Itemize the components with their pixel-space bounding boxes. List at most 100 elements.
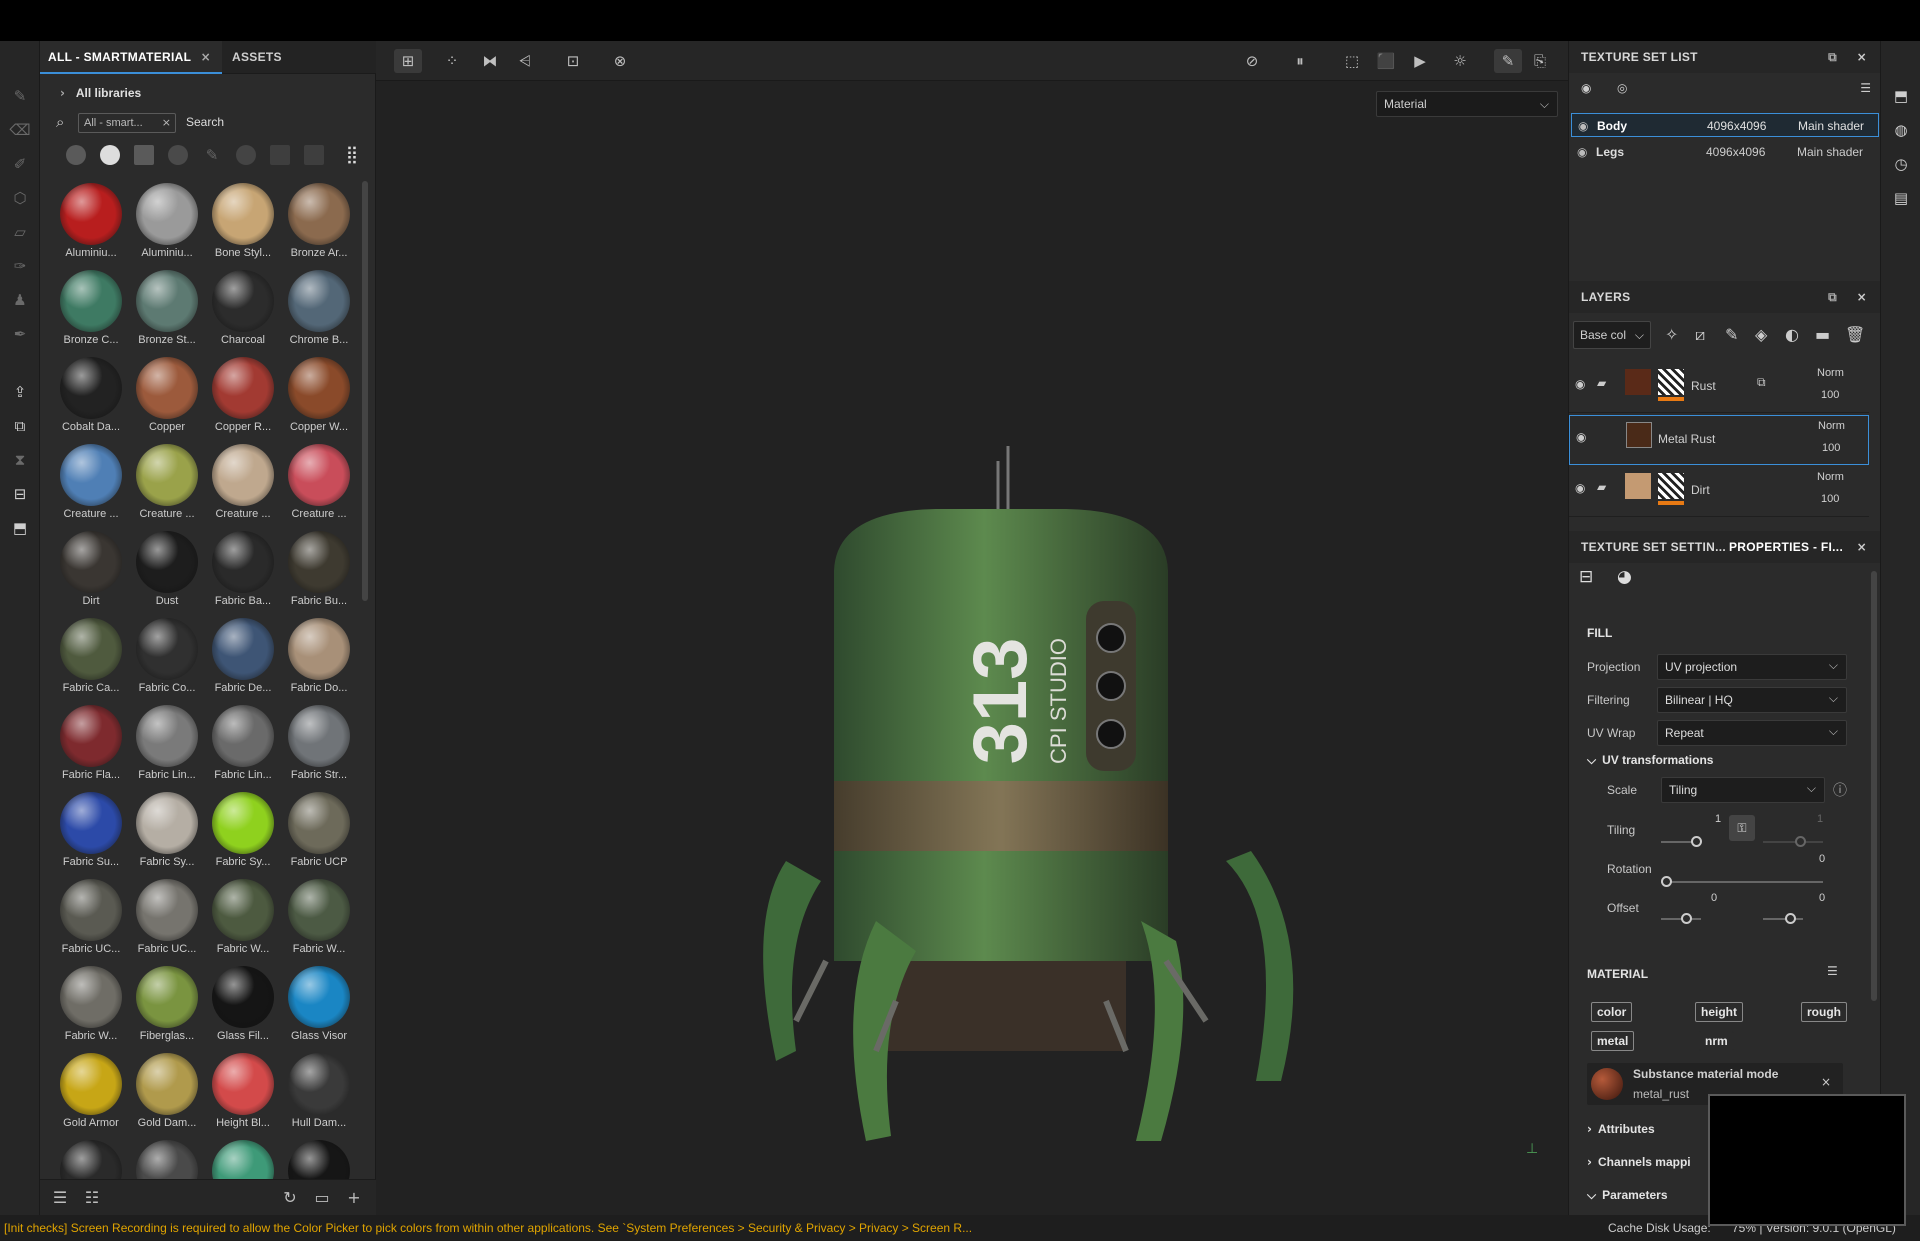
- close-icon[interactable]: ×: [1857, 41, 1867, 73]
- texture-set-row[interactable]: ◉ Legs 4096x4096 Main shader: [1571, 140, 1879, 164]
- tiling-value-a[interactable]: 1: [1715, 813, 1721, 825]
- smudge-icon[interactable]: ✑: [8, 255, 32, 277]
- material-tile[interactable]: Creature ...: [202, 444, 278, 530]
- scale-select[interactable]: Tiling: [1661, 776, 1825, 803]
- material-tile[interactable]: Fabric Lin...: [202, 705, 278, 791]
- paint-brush-icon[interactable]: ✎: [8, 85, 32, 107]
- layer-row[interactable]: ◉ Metal Rust Norm 100: [1569, 415, 1869, 465]
- tab-properties-fill[interactable]: PROPERTIES - FI...: [1729, 531, 1843, 563]
- material-tile[interactable]: Height Bl...: [202, 1053, 278, 1139]
- viewport-channel-select[interactable]: Material ⌵: [1376, 91, 1558, 117]
- detail-view-icon[interactable]: ☷: [82, 1188, 102, 1208]
- channels-mapping-toggle[interactable]: › Channels mappi: [1587, 1155, 1691, 1169]
- mirror-y-icon[interactable]: ⩤: [511, 49, 539, 73]
- material-tile[interactable]: Creature ...: [278, 444, 354, 530]
- offset-value-b[interactable]: 0: [1819, 892, 1825, 904]
- blend-mode[interactable]: Norm: [1817, 367, 1844, 379]
- blend-mode[interactable]: Norm: [1817, 471, 1844, 483]
- material-tile[interactable]: Glass Visor: [278, 966, 354, 1052]
- new-folder-icon[interactable]: ▭: [312, 1188, 332, 1208]
- mirror-x-icon[interactable]: ⧓: [476, 49, 504, 73]
- smart-mask-filter-icon[interactable]: [168, 145, 188, 165]
- texture-set-row[interactable]: ◉ Body 4096x4096 Main shader: [1571, 113, 1879, 137]
- channel-metal-button[interactable]: metal: [1591, 1031, 1635, 1051]
- offset-slider-b[interactable]: [1763, 918, 1803, 920]
- polygon-fill-icon[interactable]: ▱: [8, 221, 32, 243]
- geometry-icon[interactable]: ⬡: [8, 187, 32, 209]
- material-tile[interactable]: Fabric Sy...: [126, 792, 202, 878]
- close-icon[interactable]: ×: [1821, 1075, 1831, 1089]
- material-tile[interactable]: Dust: [126, 531, 202, 617]
- material-tile[interactable]: Fabric UCP: [278, 792, 354, 878]
- uv-transformations-toggle[interactable]: ⌵ UV transformations: [1587, 753, 1713, 768]
- material-tile[interactable]: Bone Styl...: [202, 183, 278, 269]
- close-icon[interactable]: ×: [1857, 281, 1867, 313]
- cube-icon[interactable]: ⬛: [1372, 49, 1400, 73]
- menu-icon[interactable]: ☰: [1860, 81, 1871, 95]
- material-tile[interactable]: Copper: [126, 357, 202, 443]
- hourglass-icon[interactable]: ⧗: [8, 449, 32, 471]
- material-tile[interactable]: Cobalt Da...: [50, 357, 126, 443]
- add-icon[interactable]: +: [344, 1188, 364, 1208]
- undock-icon[interactable]: ⧉: [1828, 281, 1837, 313]
- brush-filter-icon[interactable]: ✎: [202, 145, 222, 165]
- channel-height-button[interactable]: height: [1695, 1002, 1743, 1022]
- tab-texture-set-settings[interactable]: TEXTURE SET SETTIN...: [1581, 531, 1726, 563]
- material-tile[interactable]: Creature ...: [126, 444, 202, 530]
- delete-icon[interactable]: 🗑: [1845, 325, 1865, 344]
- search-icon[interactable]: ⌕: [56, 113, 64, 131]
- channel-rough-button[interactable]: rough: [1801, 1002, 1847, 1022]
- projection-icon[interactable]: ✐: [8, 153, 32, 175]
- camera-video-icon[interactable]: ▶: [1406, 49, 1434, 73]
- undock-icon[interactable]: ⧉: [1828, 41, 1837, 73]
- material-tile[interactable]: Fabric UC...: [50, 879, 126, 965]
- opacity-value[interactable]: 100: [1821, 389, 1839, 401]
- breadcrumb[interactable]: › All libraries: [48, 83, 141, 103]
- magic-wand-icon[interactable]: ✧: [1665, 325, 1678, 344]
- material-tile[interactable]: Aluminiu...: [126, 183, 202, 269]
- channel-color-button[interactable]: color: [1591, 1002, 1633, 1022]
- viewport[interactable]: ⊞ ⁘ ⧓ ⩤ ⊡ ⊗ ⊘ ⏸ ⬚ ⬛ ▶ ☼ ✎ ⎘ Material ⌵ 3…: [376, 41, 1568, 1215]
- lock-icon[interactable]: ⚿: [1729, 815, 1755, 841]
- eye-icon[interactable]: ◉: [1576, 430, 1586, 444]
- viewer-settings-icon[interactable]: ⬒: [8, 517, 32, 539]
- log-icon[interactable]: ▤: [1889, 187, 1913, 209]
- mask-filter-icon[interactable]: [134, 145, 154, 165]
- tab-all-smartmaterial[interactable]: ALL - SMARTMATERIAL ×: [40, 41, 222, 74]
- rotation-value[interactable]: 0: [1819, 853, 1825, 865]
- material-tile[interactable]: Copper W...: [278, 357, 354, 443]
- material-tile[interactable]: Dirt: [50, 531, 126, 617]
- material-sphere-icon[interactable]: ◕: [1617, 567, 1632, 587]
- material-tile[interactable]: Fabric Ca...: [50, 618, 126, 704]
- eye-icon[interactable]: ◉: [1575, 481, 1585, 495]
- overlay-preview-window[interactable]: [1708, 1094, 1906, 1226]
- channel-nrm-button[interactable]: nrm: [1699, 1031, 1734, 1051]
- reset-view-icon[interactable]: ⊗: [606, 49, 634, 73]
- close-icon[interactable]: ×: [1857, 531, 1867, 563]
- tiling-value-b[interactable]: 1: [1817, 813, 1823, 825]
- material-tile[interactable]: Fabric Ba...: [202, 531, 278, 617]
- paint-mode-icon[interactable]: ✎: [1494, 49, 1522, 73]
- attributes-toggle[interactable]: › Attributes: [1587, 1122, 1655, 1136]
- material-tile[interactable]: Fabric Do...: [278, 618, 354, 704]
- material-tile[interactable]: Bronze St...: [126, 270, 202, 356]
- eye-icon[interactable]: ◉: [1575, 377, 1585, 391]
- material-tile[interactable]: Fabric UC...: [126, 879, 202, 965]
- tiling-knob-b[interactable]: [1795, 836, 1806, 847]
- list-view-icon[interactable]: ☰: [50, 1188, 70, 1208]
- frame-icon[interactable]: ⊡: [559, 49, 587, 73]
- material-tile[interactable]: Gold Dam...: [126, 1053, 202, 1139]
- close-icon[interactable]: ×: [201, 50, 211, 64]
- material-tile[interactable]: Fabric W...: [50, 966, 126, 1052]
- material-tile[interactable]: Bronze Ar...: [278, 183, 354, 269]
- material-tile[interactable]: Fabric Str...: [278, 705, 354, 791]
- material-tile[interactable]: Copper R...: [202, 357, 278, 443]
- tab-assets[interactable]: ASSETS: [224, 41, 290, 74]
- fill-settings-icon[interactable]: ⊟: [1579, 567, 1593, 587]
- eraser-icon[interactable]: ⌫: [8, 119, 32, 141]
- blend-mode[interactable]: Norm: [1818, 420, 1845, 432]
- export-icon[interactable]: ⇪: [8, 381, 32, 403]
- visibility-icon[interactable]: ◎: [1617, 81, 1627, 95]
- smart-material-filter-icon[interactable]: [100, 145, 120, 165]
- menu-icon[interactable]: ☰: [1827, 964, 1838, 978]
